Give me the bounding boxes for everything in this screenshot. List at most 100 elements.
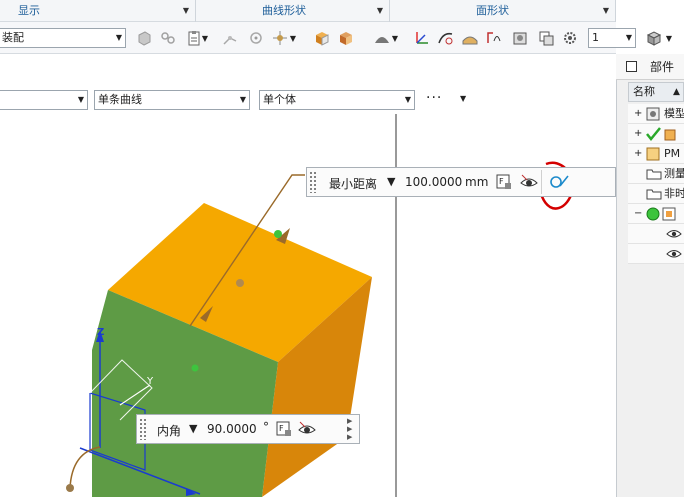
chevron-down-icon[interactable]: ▼ bbox=[189, 422, 197, 435]
chevron-down-icon[interactable]: ▼ bbox=[460, 94, 466, 103]
toolbar: 装配 ▼ ▼ ▼ ▼ 1 ▼ ▼ bbox=[0, 22, 672, 54]
point-snap-icon[interactable] bbox=[270, 28, 290, 48]
collapse-icon[interactable]: − bbox=[634, 204, 642, 223]
navigator-row[interactable]: − bbox=[628, 204, 684, 224]
navigator-row[interactable]: 非时 bbox=[628, 184, 684, 204]
angle-unit: ° bbox=[263, 420, 269, 434]
chevron-down-icon[interactable]: ▼ bbox=[664, 28, 674, 48]
feature-icon bbox=[664, 129, 676, 141]
measure-type-select[interactable]: 最小距离 bbox=[329, 175, 377, 192]
copy-body-icon[interactable] bbox=[536, 28, 556, 48]
chevron-down-icon[interactable]: ▼ bbox=[183, 0, 189, 22]
expand-icon[interactable]: + bbox=[634, 124, 642, 143]
measure-distance-box: 最小距离 ▼ 100.0000 mm F bbox=[306, 167, 616, 197]
deviation-icon[interactable] bbox=[484, 28, 504, 48]
body-rule-combo[interactable]: 单个体 ▼ bbox=[259, 90, 415, 110]
snap-gray-icon[interactable] bbox=[220, 28, 240, 48]
z-axis-label: Z bbox=[97, 327, 105, 338]
folder-icon bbox=[646, 169, 662, 180]
sort-up-icon[interactable]: ▲ bbox=[673, 83, 680, 101]
type-filter-combo[interactable]: ▼ bbox=[0, 90, 88, 110]
navigator-row[interactable]: + PM bbox=[628, 144, 684, 164]
navigator-row[interactable] bbox=[628, 244, 684, 264]
angle-value[interactable]: 90.0000 bbox=[207, 422, 257, 436]
count-value: 1 bbox=[592, 31, 599, 44]
angle-type-select[interactable]: 内角 bbox=[157, 422, 181, 439]
ribbon-group-curve-shape[interactable]: 曲线形状 ▼ bbox=[196, 0, 390, 22]
angle-handle bbox=[66, 484, 74, 492]
navigator-row[interactable]: + bbox=[628, 124, 684, 144]
eye-icon bbox=[666, 230, 682, 238]
body-icon bbox=[662, 207, 676, 221]
ribbon-group-display[interactable]: 显示 ▼ bbox=[0, 0, 196, 22]
ribbon-group-label: 显示 bbox=[18, 4, 40, 17]
chevron-down-icon: ▼ bbox=[77, 95, 84, 104]
checkmark-icon bbox=[646, 127, 661, 141]
curve-rule-value: 单条曲线 bbox=[98, 93, 142, 106]
formula-icon[interactable]: F bbox=[275, 420, 293, 441]
formula-icon[interactable]: F bbox=[495, 173, 513, 194]
ribbon-group-bar: 显示 ▼ 曲线形状 ▼ 面形状 ▼ bbox=[0, 0, 616, 22]
drag-handle[interactable] bbox=[139, 418, 147, 440]
expand-icon[interactable]: + bbox=[634, 104, 642, 123]
distance-unit: mm bbox=[465, 175, 489, 189]
ribbon-group-label: 曲线形状 bbox=[262, 4, 306, 17]
window-icon bbox=[626, 61, 637, 72]
navigator-column-header[interactable]: 名称 ▲ bbox=[628, 82, 684, 102]
cube-split-icon[interactable] bbox=[336, 28, 356, 48]
green-status-icon bbox=[646, 207, 660, 221]
expand-icon[interactable]: + bbox=[634, 144, 642, 163]
cube-gray-icon[interactable] bbox=[134, 28, 154, 48]
chevron-down-icon[interactable]: ▼ bbox=[387, 175, 395, 188]
chevron-down-icon: ▼ bbox=[625, 33, 632, 42]
navigator-row-label: 非时 bbox=[664, 187, 684, 200]
navigator-row-label: PM bbox=[664, 147, 681, 160]
ribbon-group-label: 面形状 bbox=[476, 4, 509, 17]
chevron-down-icon[interactable]: ▼ bbox=[390, 28, 400, 48]
assembly-mode-combo[interactable]: 装配 ▼ bbox=[0, 28, 126, 48]
chevron-down-icon[interactable]: ▼ bbox=[377, 0, 383, 22]
chevron-down-icon: ▼ bbox=[404, 95, 411, 104]
curvature-icon[interactable] bbox=[436, 28, 456, 48]
column-name-label: 名称 bbox=[633, 85, 655, 98]
count-combo[interactable]: 1 ▼ bbox=[588, 28, 636, 48]
chevron-down-icon[interactable]: ▼ bbox=[200, 28, 210, 48]
svg-text:F: F bbox=[499, 177, 504, 186]
show-measure-button[interactable] bbox=[541, 170, 585, 194]
chevron-down-icon: ▼ bbox=[239, 95, 246, 104]
svg-text:F: F bbox=[279, 424, 284, 433]
axis-icon[interactable] bbox=[412, 28, 432, 48]
body-rule-value: 单个体 bbox=[263, 93, 296, 106]
distance-handle bbox=[236, 279, 244, 287]
point-gray-icon[interactable] bbox=[246, 28, 266, 48]
angle-dim-box: 内角 ▼ 90.0000 ° F ▶ ▶ ▶ bbox=[136, 414, 360, 444]
distance-value[interactable]: 100.0000 bbox=[405, 175, 462, 189]
folder-icon bbox=[646, 189, 662, 200]
navigator-row[interactable]: 测量 bbox=[628, 164, 684, 184]
face-analysis-icon[interactable] bbox=[460, 28, 480, 48]
chevron-down-icon[interactable]: ▼ bbox=[288, 28, 298, 48]
link-gray-icon[interactable] bbox=[158, 28, 178, 48]
green-point bbox=[191, 364, 199, 372]
chevron-down-icon[interactable]: ▼ bbox=[603, 0, 609, 22]
drag-handle[interactable] bbox=[309, 171, 317, 193]
navigator-title-bar: 部件导 bbox=[616, 54, 684, 100]
scroll-arrows-icon[interactable]: ▶ ▶ ▶ bbox=[347, 417, 352, 441]
face-shape-icon[interactable] bbox=[372, 28, 392, 48]
section-icon[interactable] bbox=[510, 28, 530, 48]
eye-icon[interactable] bbox=[519, 173, 539, 194]
ribbon-group-face-shape[interactable]: 面形状 ▼ bbox=[390, 0, 616, 22]
curve-rule-combo[interactable]: 单条曲线 ▼ bbox=[94, 90, 250, 110]
more-button[interactable]: ··· bbox=[426, 90, 442, 106]
cube-orange-icon[interactable] bbox=[312, 28, 332, 48]
render-style-icon[interactable] bbox=[644, 28, 664, 48]
settings-icon[interactable] bbox=[560, 28, 580, 48]
green-point bbox=[274, 230, 282, 238]
eye-icon[interactable] bbox=[297, 420, 317, 441]
pmi-icon bbox=[646, 147, 660, 161]
chevron-down-icon: ▼ bbox=[115, 33, 122, 42]
navigator-row[interactable] bbox=[628, 224, 684, 244]
y-axis-label: Y bbox=[147, 376, 154, 387]
navigator-row[interactable]: + 模型 bbox=[628, 104, 684, 124]
assembly-mode-value: 装配 bbox=[2, 31, 24, 44]
